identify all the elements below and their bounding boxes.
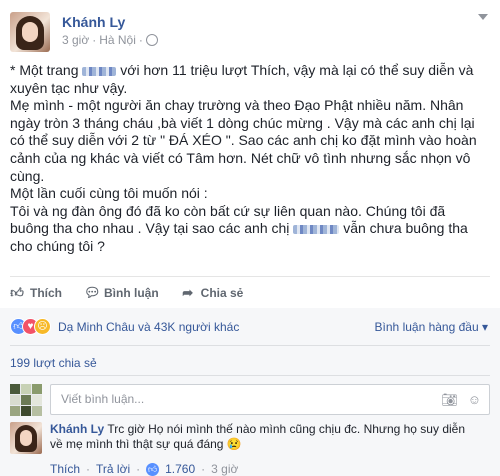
share-icon: ➦ — [182, 285, 194, 300]
chevron-down-icon[interactable] — [478, 14, 488, 20]
post-time[interactable]: 3 giờ — [62, 33, 89, 47]
post-meta: 3 giờ · Hà Nội · — [62, 33, 158, 47]
reply-actions: Thích · Trả lời · 👍︎ 1.760 · 3 giờ — [50, 462, 239, 476]
comment-composer: 📷︎ ☺ — [10, 381, 490, 416]
sad-emoji-icon: 😢 — [226, 437, 242, 451]
comment-icon: 💬︎ — [84, 285, 101, 300]
globe-icon — [145, 34, 158, 46]
divider — [10, 345, 490, 346]
post-content: * Một trang với hơn 11 triệu lượt Thích,… — [10, 62, 486, 256]
post-actions: 👍︎ Thích 💬︎ Bình luận ➦ Chia sẻ — [10, 285, 243, 301]
reply-like-count[interactable]: 1.760 — [165, 462, 195, 476]
reactions-bar[interactable]: 👍︎ ♥ ☹ Dạ Minh Châu và 43K người khác — [10, 318, 239, 335]
share-button[interactable]: ➦ Chia sẻ — [181, 285, 243, 301]
author-avatar[interactable] — [10, 12, 50, 52]
blurred-text — [82, 66, 117, 76]
post-header: Khánh Ly 3 giờ · Hà Nội · — [0, 0, 500, 58]
emoji-icon[interactable]: ☺ — [468, 392, 481, 408]
like-button[interactable]: 👍︎ Thích — [10, 285, 62, 301]
comment-input[interactable] — [59, 391, 423, 407]
post-paragraph-4: Tôi và ng đàn ông đó đã ko còn bất cứ sự… — [10, 202, 472, 254]
reply-like-link[interactable]: Thích — [50, 462, 80, 476]
divider — [10, 276, 490, 277]
share-count[interactable]: 199 lượt chia sẻ — [10, 356, 97, 370]
comment-sort-dropdown[interactable]: Bình luận hàng đầu ▾ — [375, 320, 488, 334]
thumbs-up-icon: 👍︎ — [10, 285, 24, 300]
reply-author-name[interactable]: Khánh Ly — [50, 422, 104, 436]
reply-author-avatar[interactable] — [10, 422, 42, 454]
divider — [10, 375, 490, 376]
post-paragraph-2: Mẹ mình - một người ăn chay trường và th… — [10, 97, 481, 184]
camera-icon[interactable]: 📷︎ — [441, 392, 458, 408]
post-paragraph-1: * Một trang với hơn 11 triệu lượt Thích,… — [10, 62, 478, 96]
blurred-text — [293, 225, 340, 235]
reactions-summary[interactable]: Dạ Minh Châu và 43K người khác — [58, 320, 239, 334]
reply-time[interactable]: 3 giờ — [211, 462, 238, 476]
viewer-avatar — [10, 384, 42, 416]
sad-reaction-icon: ☹ — [34, 318, 51, 335]
post-paragraph-3: Một lần cuối cùng tôi muốn nói : — [10, 185, 208, 202]
reply-text: Khánh Ly Trc giờ Họ nói mình thế nào mìn… — [50, 422, 466, 451]
facebook-post: Khánh Ly 3 giờ · Hà Nội · * Một trang vớ… — [0, 0, 500, 476]
reply-reply-link[interactable]: Trả lời — [96, 462, 130, 476]
author-name[interactable]: Khánh Ly — [62, 14, 125, 30]
comment-button[interactable]: 💬︎ Bình luận — [84, 285, 159, 301]
comment-box: 📷︎ ☺ — [50, 384, 490, 415]
like-count-icon: 👍︎ — [146, 462, 160, 476]
post-location[interactable]: Hà Nội — [99, 33, 136, 47]
